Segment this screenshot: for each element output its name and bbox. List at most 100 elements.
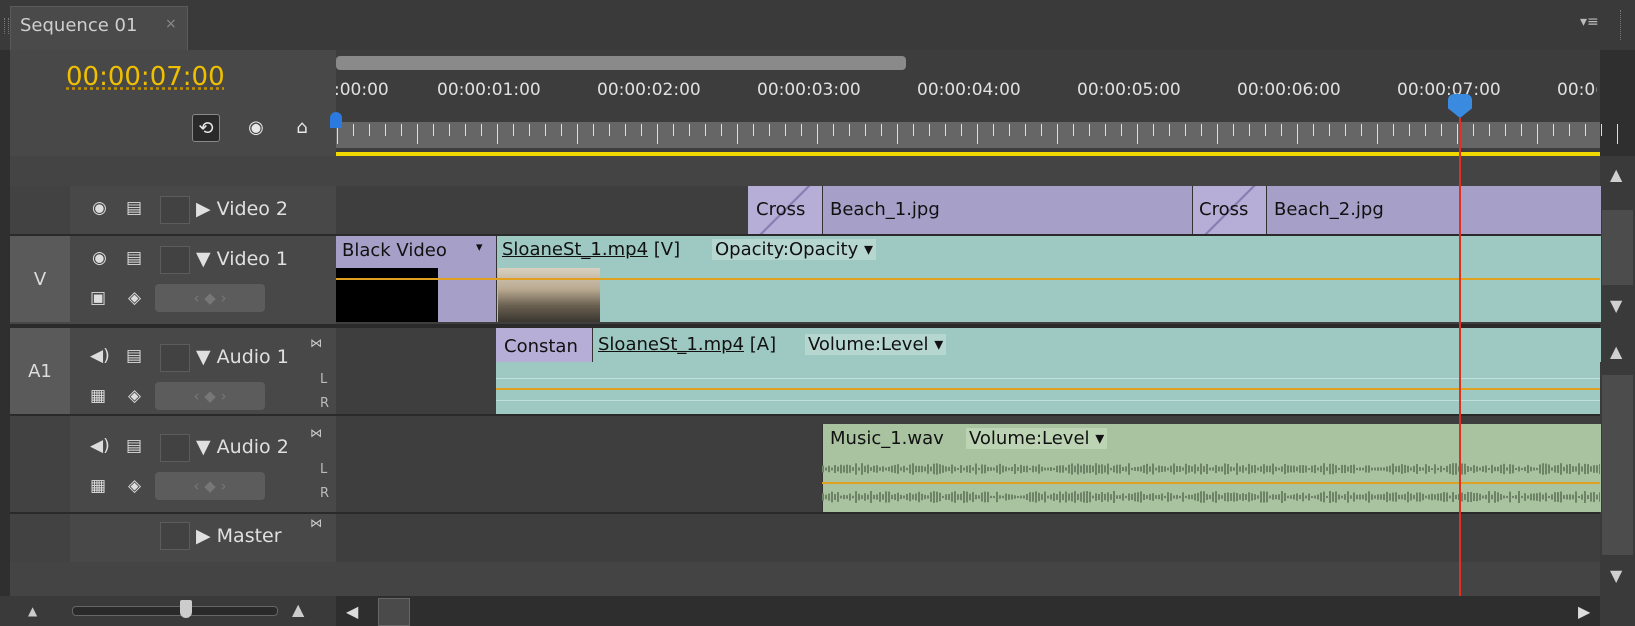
stereo-icon: ⋈ xyxy=(310,426,322,440)
h-scroll-thumb[interactable] xyxy=(378,598,410,626)
ruler-tick xyxy=(961,124,962,136)
ruler-tick xyxy=(1345,124,1346,136)
clip-label: Cross xyxy=(1199,199,1249,220)
ruler-tick xyxy=(817,124,818,144)
ruler-tick xyxy=(609,124,610,136)
keyframe-icon[interactable]: ◈ xyxy=(128,476,141,496)
ruler-label: 00:00:05:00 xyxy=(1077,80,1181,100)
scroll-down-icon[interactable]: ▼ xyxy=(1610,566,1622,585)
ruler-tick xyxy=(833,124,834,136)
opacity-dropdown[interactable]: Opacity:Opacity ▾ xyxy=(712,239,876,260)
set-marker-icon[interactable]: ⌂ xyxy=(289,114,315,140)
waveform-display-icon[interactable]: ▦ xyxy=(90,476,106,496)
ruler-tick xyxy=(353,124,354,136)
lock-icon[interactable]: ▤ xyxy=(126,198,142,218)
zoom-slider-thumb[interactable] xyxy=(180,600,192,618)
eye-icon[interactable]: ◉ xyxy=(92,248,107,268)
scroll-up-icon[interactable]: ▲ xyxy=(1610,165,1622,184)
waveform-display-icon[interactable]: ▦ xyxy=(90,386,106,406)
ruler-tick xyxy=(689,124,690,136)
scroll-thumb[interactable] xyxy=(1602,210,1633,285)
ruler-tick xyxy=(1569,124,1570,136)
ruler-label: 00:00:01:00 xyxy=(437,80,541,100)
zoom-in-icon[interactable]: ▲ xyxy=(292,600,304,619)
ruler-tick xyxy=(1329,124,1330,136)
ruler-tick xyxy=(1617,124,1618,144)
ruler-tick xyxy=(1041,124,1042,136)
tab-close-icon[interactable]: × xyxy=(165,16,177,32)
opacity-rubberband[interactable] xyxy=(336,278,1600,280)
ruler-tick xyxy=(1169,124,1170,136)
lock-icon[interactable]: ▤ xyxy=(126,346,142,366)
eye-icon[interactable]: ◉ xyxy=(92,198,107,218)
scroll-up-icon[interactable]: ▲ xyxy=(1610,342,1622,361)
target-toggle[interactable] xyxy=(160,344,190,372)
ruler-track[interactable] xyxy=(336,122,1600,148)
scroll-down-icon[interactable]: ▼ xyxy=(1610,296,1622,315)
ruler-tick xyxy=(929,124,930,136)
target-toggle[interactable] xyxy=(160,246,190,274)
speaker-icon[interactable]: ◀) xyxy=(90,346,110,366)
ruler-tick xyxy=(385,124,386,136)
ruler-tick xyxy=(401,124,402,136)
ruler-tick xyxy=(705,124,706,136)
zoom-slider[interactable] xyxy=(72,606,278,616)
keyframe-icon[interactable]: ◈ xyxy=(128,386,141,406)
target-toggle[interactable] xyxy=(160,196,190,224)
keyframe-navigator[interactable]: ‹ ◆ › xyxy=(155,472,265,500)
ruler-tick xyxy=(1297,124,1298,144)
track-master[interactable] xyxy=(336,512,1600,564)
zoom-out-icon[interactable]: ▲ xyxy=(28,604,37,618)
drag-grip-icon[interactable] xyxy=(4,18,9,34)
speaker-icon[interactable]: ◀) xyxy=(90,436,110,456)
ruler-tick xyxy=(1601,124,1602,136)
snap-icon[interactable]: ⟲ xyxy=(192,114,220,142)
clip-menu-icon[interactable]: ▾ xyxy=(476,240,483,255)
video-spacer xyxy=(10,156,1600,186)
scroll-thumb[interactable] xyxy=(1602,375,1633,555)
ruler-tick xyxy=(1425,124,1426,136)
audio-spacer xyxy=(10,562,1600,596)
ruler-tick xyxy=(1249,124,1250,136)
keyframe-icon[interactable]: ◈ xyxy=(128,288,141,308)
ruler-tick xyxy=(1281,124,1282,136)
ruler-tick xyxy=(1265,124,1266,136)
ruler-tick xyxy=(1201,124,1202,136)
panel-menu-icon[interactable]: ▾≡ xyxy=(1580,14,1599,30)
scroll-left-icon[interactable]: ◀ xyxy=(346,602,358,621)
current-timecode[interactable]: 00:00:07:00 xyxy=(66,62,225,92)
ruler-tick xyxy=(993,124,994,136)
clip-label: Black Video xyxy=(342,240,447,261)
target-toggle[interactable] xyxy=(160,434,190,462)
display-style-icon[interactable]: ▣ xyxy=(90,288,106,308)
volume-rubberband[interactable] xyxy=(496,388,1600,390)
ruler-tick xyxy=(897,124,898,144)
source-track-tag[interactable]: V xyxy=(10,236,70,322)
tab-label: Sequence 01 xyxy=(20,15,138,36)
ruler-tick xyxy=(1393,124,1394,136)
playhead-line[interactable] xyxy=(1459,118,1461,596)
ruler-label: 00:00:06:00 xyxy=(1237,80,1341,100)
source-track-tag[interactable]: A1 xyxy=(10,328,70,414)
ruler-tick xyxy=(1457,124,1458,144)
panel-grip-icon[interactable] xyxy=(1620,10,1623,40)
clip-label: Constan xyxy=(504,336,578,357)
scroll-right-icon[interactable]: ▶ xyxy=(1578,602,1590,621)
horizontal-scrollbar[interactable] xyxy=(336,596,1600,626)
volume-dropdown[interactable]: Volume:Level ▾ xyxy=(966,428,1108,449)
work-area-bar[interactable] xyxy=(336,56,906,70)
volume-dropdown[interactable]: Volume:Level ▾ xyxy=(805,334,947,355)
ruler-tick xyxy=(593,124,594,136)
ruler-tick xyxy=(1121,124,1122,136)
target-toggle[interactable] xyxy=(160,522,190,550)
keyframe-navigator[interactable]: ‹ ◆ › xyxy=(155,382,265,410)
marker-icon[interactable]: ◉ xyxy=(243,114,269,140)
ruler-tick xyxy=(1185,124,1186,136)
ruler-tick xyxy=(1553,124,1554,136)
track-name-audio2: ▼ Audio 2 xyxy=(196,436,289,458)
keyframe-navigator[interactable]: ‹ ◆ › xyxy=(155,284,265,312)
lock-icon[interactable]: ▤ xyxy=(126,248,142,268)
lock-icon[interactable]: ▤ xyxy=(126,436,142,456)
ruler-tick xyxy=(513,124,514,136)
in-point-icon[interactable] xyxy=(330,112,342,128)
